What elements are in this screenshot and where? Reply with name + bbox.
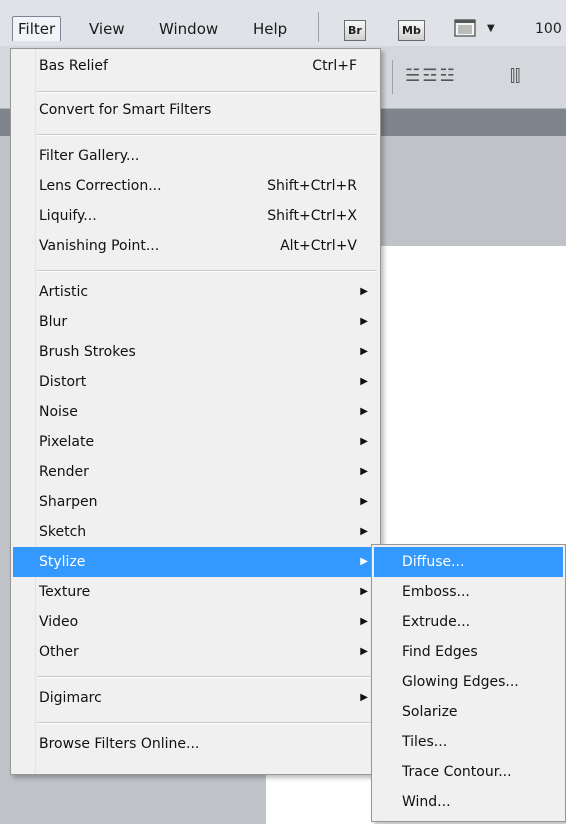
menu-item-label: Brush Strokes xyxy=(39,344,136,360)
menu-item-noise[interactable]: Noise ▶ xyxy=(13,397,377,427)
menu-item-filter-gallery[interactable]: Filter Gallery... xyxy=(13,141,377,171)
menu-item-label: Browse Filters Online... xyxy=(39,736,200,752)
submenu-arrow-icon: ▶ xyxy=(360,346,368,357)
menu-item-label: Artistic xyxy=(39,284,89,300)
menu-item-video[interactable]: Video ▶ xyxy=(13,607,377,637)
submenu-item-label: Find Edges xyxy=(402,644,478,660)
menu-item-last-filter[interactable]: Bas Relief Ctrl+F xyxy=(13,51,377,81)
submenu-arrow-icon: ▶ xyxy=(360,436,368,447)
menu-item-shortcut: Alt+Ctrl+V xyxy=(280,238,357,254)
menu-bar: Filter View Window Help Br Mb ▼ 100 xyxy=(0,0,566,47)
menu-item-lens-correction[interactable]: Lens Correction... Shift+Ctrl+R xyxy=(13,171,377,201)
mini-bridge-button[interactable]: Mb xyxy=(398,20,425,41)
submenu-item-label: Wind... xyxy=(402,794,451,810)
menu-item-pixelate[interactable]: Pixelate ▶ xyxy=(13,427,377,457)
submenu-arrow-icon: ▶ xyxy=(360,286,368,297)
submenu-arrow-icon: ▶ xyxy=(360,376,368,387)
submenu-item-find-edges[interactable]: Find Edges xyxy=(374,637,563,667)
menu-item-label: Stylize xyxy=(39,554,86,570)
submenu-item-extrude[interactable]: Extrude... xyxy=(374,607,563,637)
submenu-item-solarize[interactable]: Solarize xyxy=(374,697,563,727)
submenu-item-label: Trace Contour... xyxy=(402,764,512,780)
menu-item-browse-filters-online[interactable]: Browse Filters Online... xyxy=(13,729,377,759)
submenu-item-label: Extrude... xyxy=(402,614,471,630)
menu-item-label: Filter Gallery... xyxy=(39,148,140,164)
menu-item-label: Convert for Smart Filters xyxy=(39,102,212,118)
options-divider xyxy=(392,60,393,94)
menu-item-blur[interactable]: Blur ▶ xyxy=(13,307,377,337)
menu-item-label: Texture xyxy=(39,584,91,600)
menu-item-shortcut: Ctrl+F xyxy=(312,58,357,74)
menu-item-sketch[interactable]: Sketch ▶ xyxy=(13,517,377,547)
menu-window[interactable]: Window xyxy=(159,18,218,40)
menu-item-label: Blur xyxy=(39,314,68,330)
menu-item-vanishing-point[interactable]: Vanishing Point... Alt+Ctrl+V xyxy=(13,231,377,261)
stylize-submenu: Diffuse... Emboss... Extrude... Find Edg… xyxy=(371,544,566,822)
submenu-item-trace-contour[interactable]: Trace Contour... xyxy=(374,757,563,787)
menu-help[interactable]: Help xyxy=(253,18,287,40)
submenu-arrow-icon: ▶ xyxy=(360,616,368,627)
menu-item-shortcut: Shift+Ctrl+X xyxy=(267,208,357,224)
submenu-item-tiles[interactable]: Tiles... xyxy=(374,727,563,757)
menu-separator xyxy=(37,676,377,678)
submenu-item-diffuse[interactable]: Diffuse... xyxy=(374,547,563,577)
submenu-arrow-icon: ▶ xyxy=(360,556,368,567)
menu-item-label: Video xyxy=(39,614,79,630)
submenu-item-label: Diffuse... xyxy=(402,554,465,570)
submenu-item-label: Glowing Edges... xyxy=(402,674,519,690)
submenu-item-glowing-edges[interactable]: Glowing Edges... xyxy=(374,667,563,697)
submenu-arrow-icon: ▶ xyxy=(360,646,368,657)
submenu-item-label: Tiles... xyxy=(402,734,448,750)
menu-item-sharpen[interactable]: Sharpen ▶ xyxy=(13,487,377,517)
menu-item-distort[interactable]: Distort ▶ xyxy=(13,367,377,397)
menu-item-label: Other xyxy=(39,644,79,660)
bridge-button[interactable]: Br xyxy=(344,20,366,41)
menu-item-digimarc[interactable]: Digimarc ▶ xyxy=(13,683,377,713)
submenu-arrow-icon: ▶ xyxy=(360,316,368,327)
menu-view[interactable]: View xyxy=(89,18,125,40)
menu-separator xyxy=(37,722,377,724)
menu-item-label: Pixelate xyxy=(39,434,95,450)
menu-separator xyxy=(37,134,377,136)
menu-item-label: Digimarc xyxy=(39,690,102,706)
submenu-item-emboss[interactable]: Emboss... xyxy=(374,577,563,607)
submenu-arrow-icon: ▶ xyxy=(360,466,368,477)
menu-item-label: Noise xyxy=(39,404,78,420)
submenu-item-wind[interactable]: Wind... xyxy=(374,787,563,817)
menu-item-render[interactable]: Render ▶ xyxy=(13,457,377,487)
submenu-arrow-icon: ▶ xyxy=(360,692,368,703)
chevron-down-icon[interactable]: ▼ xyxy=(487,19,495,39)
submenu-arrow-icon: ▶ xyxy=(360,406,368,417)
menu-item-label: Sketch xyxy=(39,524,87,540)
menu-item-other[interactable]: Other ▶ xyxy=(13,637,377,667)
menu-item-label: Vanishing Point... xyxy=(39,238,160,254)
menu-item-shortcut: Shift+Ctrl+R xyxy=(267,178,357,194)
menu-item-label: Liquify... xyxy=(39,208,97,224)
submenu-arrow-icon: ▶ xyxy=(360,586,368,597)
menu-item-texture[interactable]: Texture ▶ xyxy=(13,577,377,607)
menu-separator xyxy=(37,91,377,93)
menu-item-artistic[interactable]: Artistic ▶ xyxy=(13,277,377,307)
distribute-icons[interactable]: ⫿⫿ xyxy=(510,66,520,86)
menu-filter[interactable]: Filter xyxy=(12,16,62,41)
menu-item-liquify[interactable]: Liquify... Shift+Ctrl+X xyxy=(13,201,377,231)
menu-item-label: Bas Relief xyxy=(39,58,108,74)
menu-item-convert-smart-filters[interactable]: Convert for Smart Filters xyxy=(13,95,377,125)
menu-separator xyxy=(37,270,377,272)
menu-item-label: Render xyxy=(39,464,89,480)
filter-menu: Bas Relief Ctrl+F Convert for Smart Filt… xyxy=(10,48,381,775)
submenu-item-label: Emboss... xyxy=(402,584,470,600)
menu-item-brush-strokes[interactable]: Brush Strokes ▶ xyxy=(13,337,377,367)
align-icons[interactable]: ☱☲☳ xyxy=(405,66,457,86)
submenu-arrow-icon: ▶ xyxy=(360,496,368,507)
screen-mode-icon[interactable] xyxy=(454,18,476,38)
zoom-level[interactable]: 100 xyxy=(535,18,562,40)
menu-item-label: Sharpen xyxy=(39,494,98,510)
menu-bar-divider xyxy=(318,12,319,42)
submenu-arrow-icon: ▶ xyxy=(360,526,368,537)
menu-item-label: Lens Correction... xyxy=(39,178,162,194)
menu-item-label: Distort xyxy=(39,374,87,390)
submenu-item-label: Solarize xyxy=(402,704,458,720)
menu-item-stylize[interactable]: Stylize ▶ xyxy=(13,547,377,577)
